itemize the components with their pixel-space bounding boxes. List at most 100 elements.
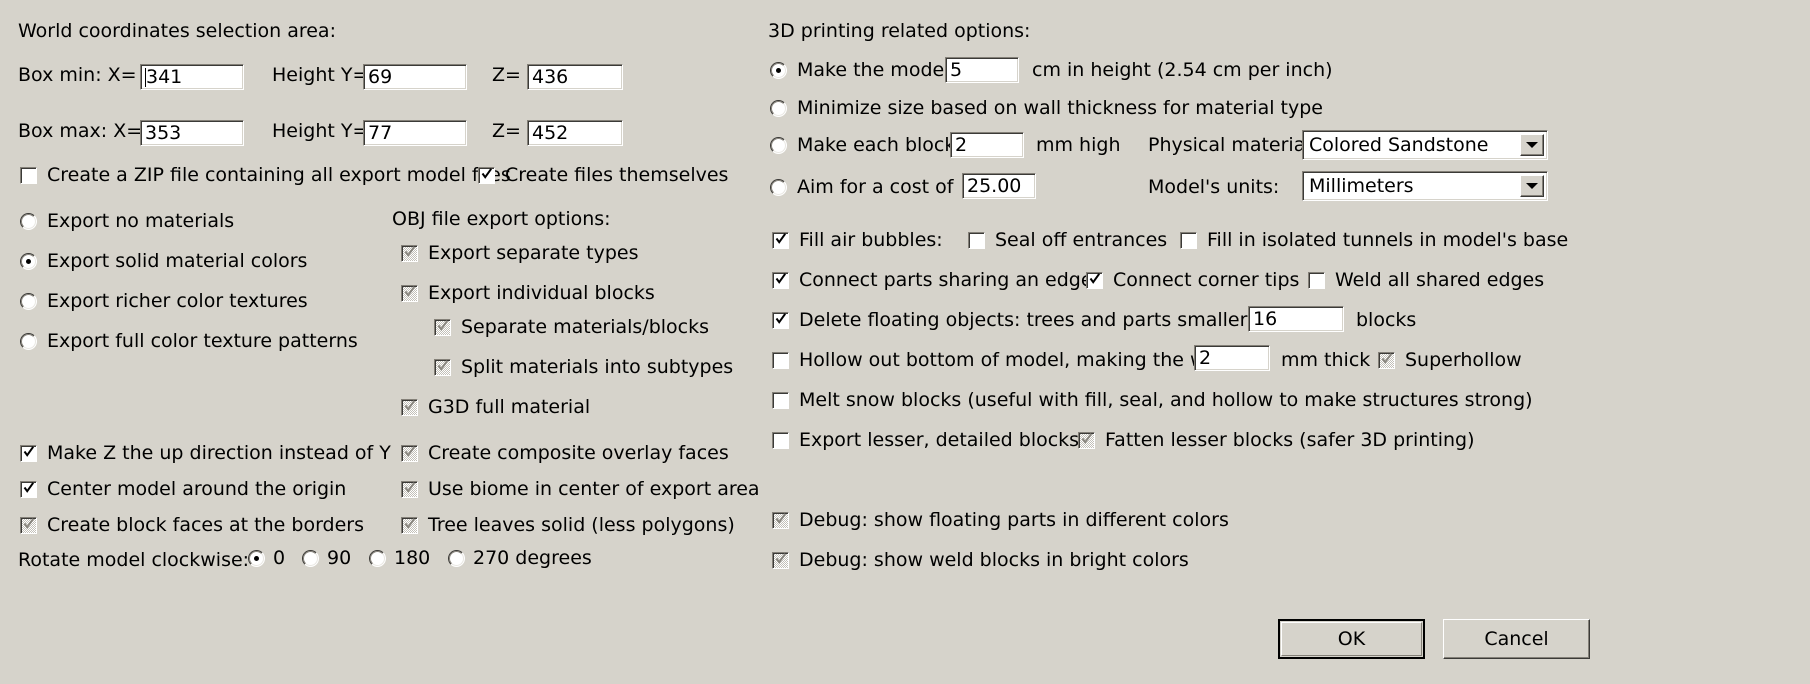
checkbox-connect-corner-tips[interactable]: Connect corner tips bbox=[1086, 271, 1299, 290]
checkbox-box bbox=[401, 245, 418, 262]
checkbox-label: Debug: show floating parts in different … bbox=[799, 509, 1229, 531]
checkbox-make-z-up-direction[interactable]: Make Z the up direction instead of Y bbox=[20, 444, 391, 463]
radio-export-full-color-texture-patterns[interactable]: Export full color texture patterns bbox=[20, 332, 358, 351]
box-max-z-input[interactable]: 452 bbox=[527, 120, 623, 146]
checkbox-label: Superhollow bbox=[1405, 349, 1522, 371]
checkbox-box bbox=[772, 432, 789, 449]
checkbox-create-block-faces-at-borders[interactable]: Create block faces at the borders bbox=[20, 516, 364, 535]
check-mark-icon bbox=[1381, 352, 1393, 366]
physical-material-label: Physical material: bbox=[1148, 134, 1318, 156]
radio-make-the-model-height[interactable]: Make the model bbox=[770, 61, 949, 80]
radio-button bbox=[770, 179, 787, 196]
create-files-themselves-checkbox[interactable]: Create files themselves bbox=[478, 166, 728, 185]
check-mark-icon bbox=[404, 245, 416, 259]
box-max-y-input[interactable]: 77 bbox=[363, 120, 467, 146]
checkbox-center-model-around-origin[interactable]: Center model around the origin bbox=[20, 480, 346, 499]
check-mark-icon bbox=[23, 445, 35, 459]
box-min-label: Box min: X= bbox=[18, 64, 137, 86]
world-coordinates-heading: World coordinates selection area: bbox=[18, 22, 336, 41]
radio-button bbox=[770, 62, 787, 79]
checkbox-box bbox=[772, 512, 789, 529]
radio-minimize-size[interactable]: Minimize size based on wall thickness fo… bbox=[770, 99, 1323, 118]
box-min-y-input[interactable]: 69 bbox=[363, 64, 467, 90]
checkbox-fill-isolated-tunnels[interactable]: Fill in isolated tunnels in model's base bbox=[1180, 231, 1568, 250]
checkbox-fill-air-bubbles[interactable]: Fill air bubbles: bbox=[772, 231, 943, 250]
cancel-button[interactable]: Cancel bbox=[1443, 619, 1590, 659]
checkbox-label: Center model around the origin bbox=[47, 478, 347, 500]
radio-label: 270 degrees bbox=[473, 547, 592, 569]
radio-export-richer-color-textures[interactable]: Export richer color textures bbox=[20, 292, 308, 311]
checkbox-label: Fatten lesser blocks (safer 3D printing) bbox=[1105, 429, 1475, 451]
checkbox-create-composite-overlay-faces[interactable]: Create composite overlay faces bbox=[401, 444, 729, 463]
checkbox-label: Fill in isolated tunnels in model's base bbox=[1207, 229, 1569, 251]
checkbox-label: Create block faces at the borders bbox=[47, 514, 365, 536]
radio-make-each-block[interactable]: Make each block bbox=[770, 136, 955, 155]
checkbox-export-separate-types[interactable]: Export separate types bbox=[401, 244, 639, 263]
checkbox-tree-leaves-solid[interactable]: Tree leaves solid (less polygons) bbox=[401, 516, 735, 535]
radio-rotate-180[interactable]: 180 bbox=[369, 549, 430, 568]
checkbox-label: Connect corner tips bbox=[1113, 269, 1300, 291]
block-height-input[interactable]: 2 bbox=[950, 132, 1024, 158]
checkbox-export-lesser-blocks[interactable]: Export lesser, detailed blocks: bbox=[772, 431, 1085, 450]
radio-button bbox=[248, 550, 265, 567]
checkbox-split-materials-into-subtypes[interactable]: Split materials into subtypes bbox=[434, 358, 733, 377]
check-mark-icon bbox=[1089, 272, 1101, 286]
hollow-wall-thickness-input[interactable]: 2 bbox=[1194, 345, 1270, 371]
radio-export-no-materials[interactable]: Export no materials bbox=[20, 212, 234, 231]
checkbox-delete-floating-objects[interactable]: Delete floating objects: trees and parts… bbox=[772, 311, 1297, 330]
box-min-z-input[interactable]: 436 bbox=[527, 64, 623, 90]
radio-button bbox=[20, 293, 37, 310]
left-options-panel: World coordinates selection area: Box mi… bbox=[0, 0, 760, 684]
checkbox-fatten-lesser-blocks[interactable]: Fatten lesser blocks (safer 3D printing) bbox=[1078, 431, 1475, 450]
checkbox-label: Fill air bubbles: bbox=[799, 229, 943, 251]
delete-floating-suffix-label: blocks bbox=[1356, 309, 1417, 331]
radio-aim-for-cost[interactable]: Aim for a cost of bbox=[770, 178, 953, 197]
checkbox-box bbox=[1078, 432, 1095, 449]
model-units-dropdown[interactable]: Millimeters bbox=[1302, 171, 1548, 201]
checkbox-use-biome-in-center[interactable]: Use biome in center of export area bbox=[401, 480, 760, 499]
physical-material-value: Colored Sandstone bbox=[1309, 134, 1489, 156]
radio-label: 90 bbox=[327, 547, 352, 569]
radio-label: Export richer color textures bbox=[47, 290, 308, 312]
chevron-down-icon[interactable] bbox=[1520, 134, 1544, 156]
delete-floating-threshold-input[interactable]: 16 bbox=[1248, 306, 1344, 332]
checkbox-box bbox=[772, 392, 789, 409]
checkbox-label: Export lesser, detailed blocks: bbox=[799, 429, 1086, 451]
radio-rotate-0[interactable]: 0 bbox=[248, 549, 285, 568]
checkbox-export-individual-blocks[interactable]: Export individual blocks bbox=[401, 284, 655, 303]
checkbox-label: Use biome in center of export area bbox=[428, 478, 760, 500]
check-mark-icon bbox=[775, 232, 787, 246]
checkbox-label: Export individual blocks bbox=[428, 282, 655, 304]
physical-material-dropdown[interactable]: Colored Sandstone bbox=[1302, 130, 1548, 160]
checkbox-box bbox=[772, 552, 789, 569]
create-zip-checkbox[interactable]: Create a ZIP file containing all export … bbox=[20, 166, 511, 185]
checkbox-box bbox=[772, 312, 789, 329]
checkbox-box bbox=[401, 517, 418, 534]
chevron-down-icon[interactable] bbox=[1520, 175, 1544, 197]
check-mark-icon bbox=[775, 552, 787, 566]
checkbox-superhollow[interactable]: Superhollow bbox=[1378, 351, 1522, 370]
ok-button[interactable]: OK bbox=[1278, 619, 1425, 659]
checkbox-weld-all-shared-edges[interactable]: Weld all shared edges bbox=[1308, 271, 1544, 290]
checkbox-g3d-full-material[interactable]: G3D full material bbox=[401, 398, 590, 417]
checkbox-separate-materials-blocks[interactable]: Separate materials/blocks bbox=[434, 318, 709, 337]
model-height-input[interactable]: 5 bbox=[945, 57, 1019, 83]
check-mark-icon bbox=[775, 512, 787, 526]
check-mark-icon bbox=[1081, 432, 1093, 446]
box-min-x-input[interactable]: 341 bbox=[140, 64, 244, 90]
checkbox-debug-show-floating-parts[interactable]: Debug: show floating parts in different … bbox=[772, 511, 1229, 530]
checkbox-connect-parts-sharing-edge[interactable]: Connect parts sharing an edge: bbox=[772, 271, 1099, 290]
radio-rotate-270[interactable]: 270 degrees bbox=[448, 549, 592, 568]
radio-rotate-90[interactable]: 90 bbox=[302, 549, 351, 568]
checkbox-melt-snow-blocks[interactable]: Melt snow blocks (useful with fill, seal… bbox=[772, 391, 1533, 410]
cost-input[interactable]: 25.00 bbox=[962, 173, 1036, 199]
checkbox-seal-off-entrances[interactable]: Seal off entrances bbox=[968, 231, 1167, 250]
checkbox-box bbox=[1308, 272, 1325, 289]
checkbox-label: Melt snow blocks (useful with fill, seal… bbox=[799, 389, 1533, 411]
checkbox-hollow-out-bottom[interactable]: Hollow out bottom of model, making the w… bbox=[772, 351, 1238, 370]
radio-export-solid-material-colors[interactable]: Export solid material colors bbox=[20, 252, 307, 271]
checkbox-debug-show-weld-blocks[interactable]: Debug: show weld blocks in bright colors bbox=[772, 551, 1189, 570]
box-max-x-input[interactable]: 353 bbox=[140, 120, 244, 146]
checkbox-label: Make Z the up direction instead of Y bbox=[47, 442, 391, 464]
checkbox-box bbox=[772, 352, 789, 369]
